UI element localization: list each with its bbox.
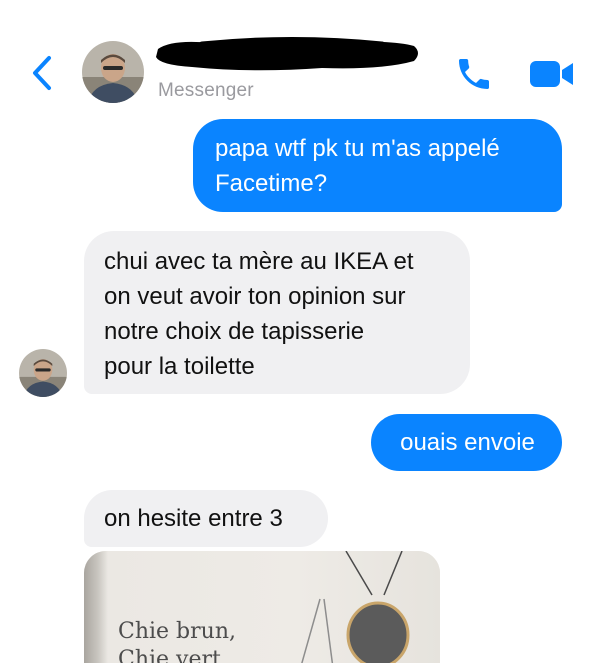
video-call-button[interactable] — [526, 52, 578, 96]
subtitle-messenger: Messenger — [158, 80, 254, 101]
name-redaction — [156, 37, 418, 71]
video-camera-icon — [530, 61, 573, 87]
call-button[interactable] — [452, 52, 496, 96]
photo-attachment[interactable]: Chie brun, Chie vert — [84, 551, 440, 663]
sender-avatar[interactable] — [19, 349, 67, 397]
photo-caption-line: Chie brun, — [118, 619, 236, 644]
chat-screen: Messenger papa wtf pk tu m'as appelé Fac… — [0, 0, 600, 663]
chat-header: Messenger — [0, 0, 600, 110]
photo-caption-line: Chie vert — [118, 647, 221, 663]
message-bubble-incoming[interactable]: chui avec ta mère au IKEA et on veut avo… — [84, 231, 470, 394]
contact-avatar[interactable] — [82, 41, 144, 103]
message-bubble-incoming[interactable]: on hesite entre 3 — [84, 490, 328, 547]
back-button[interactable] — [22, 50, 62, 96]
chevron-left-icon — [33, 56, 51, 90]
phone-icon — [459, 59, 489, 89]
message-bubble-outgoing[interactable]: ouais envoie — [371, 414, 562, 471]
message-bubble-outgoing[interactable]: papa wtf pk tu m'as appelé Facetime? — [193, 119, 562, 212]
